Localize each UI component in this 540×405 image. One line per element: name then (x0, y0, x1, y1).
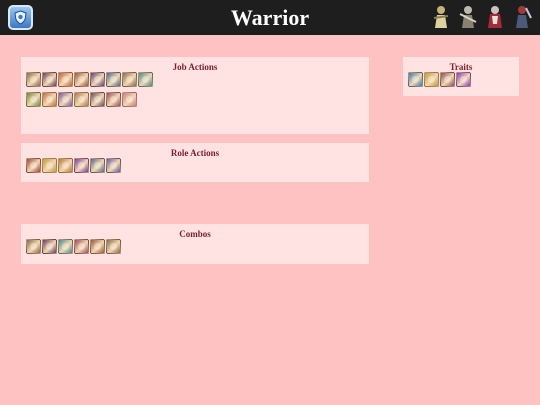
character-portrait-icon[interactable] (485, 4, 505, 30)
combo-skill-icon-1[interactable] (26, 239, 41, 254)
role-actions-icons (21, 158, 369, 178)
role-actions-panel: Role Actions (21, 143, 369, 182)
skill-icon-5[interactable] (90, 72, 105, 87)
role-skill-icon-1[interactable] (26, 158, 41, 173)
trait-icon-1[interactable] (408, 72, 423, 87)
combo-skill-icon-6[interactable] (106, 239, 121, 254)
job-actions-panel: Job Actions (21, 57, 369, 134)
combos-panel: Combos (21, 224, 369, 264)
role-skill-icon-6[interactable] (106, 158, 121, 173)
character-portrait-icon[interactable] (431, 4, 451, 30)
role-skill-icon-5[interactable] (90, 158, 105, 173)
character-portrait-icon[interactable] (458, 4, 478, 30)
combo-skill-icon-2[interactable] (42, 239, 57, 254)
skill-icon-7[interactable] (122, 72, 137, 87)
combos-icons (21, 239, 369, 259)
skill-icon-11[interactable] (58, 92, 73, 107)
skill-icon-15[interactable] (122, 92, 137, 107)
traits-panel: Traits (403, 57, 519, 96)
traits-icons (403, 72, 519, 92)
trait-icon-4[interactable] (456, 72, 471, 87)
character-portrait-icon[interactable] (512, 4, 532, 30)
role-skill-icon-3[interactable] (58, 158, 73, 173)
top-bar: Warrior (0, 0, 540, 35)
skill-icon-12[interactable] (74, 92, 89, 107)
role-skill-icon-4[interactable] (74, 158, 89, 173)
combo-skill-icon-4[interactable] (74, 239, 89, 254)
role-skill-icon-2[interactable] (42, 158, 57, 173)
skill-icon-9[interactable] (26, 92, 41, 107)
trait-icon-2[interactable] (424, 72, 439, 87)
combo-skill-icon-3[interactable] (58, 239, 73, 254)
skill-icon-4[interactable] (74, 72, 89, 87)
job-actions-title: Job Actions (172, 62, 218, 72)
skill-icon-2[interactable] (42, 72, 57, 87)
skill-icon-10[interactable] (42, 92, 57, 107)
trait-icon-3[interactable] (440, 72, 455, 87)
role-actions-title: Role Actions (170, 148, 220, 158)
skill-icon-6[interactable] (106, 72, 121, 87)
skill-icon-14[interactable] (106, 92, 121, 107)
skill-icon-8[interactable] (138, 72, 153, 87)
combo-skill-icon-5[interactable] (90, 239, 105, 254)
skill-icon-13[interactable] (90, 92, 105, 107)
traits-title: Traits (449, 62, 473, 72)
combos-title: Combos (179, 229, 211, 239)
skill-icon-1[interactable] (26, 72, 41, 87)
job-actions-icons (21, 72, 166, 112)
skill-icon-3[interactable] (58, 72, 73, 87)
party-characters (428, 4, 532, 32)
